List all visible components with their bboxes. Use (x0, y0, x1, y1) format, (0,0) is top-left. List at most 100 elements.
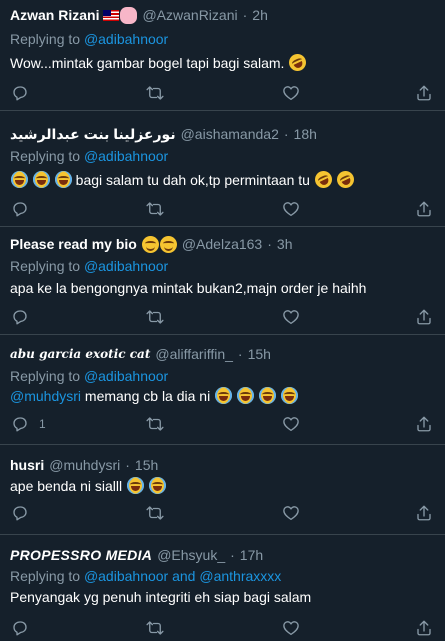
tweet-actions (0, 619, 445, 637)
retweet-icon (146, 310, 164, 324)
tweet-text: ape benda ni sialll (10, 476, 166, 496)
tweet-actions (0, 504, 445, 522)
share-icon (417, 416, 431, 432)
retweet-button[interactable] (145, 504, 165, 522)
tweet[interactable]: abu garcia exotic cat @aliffariffin_ · 1… (0, 335, 445, 445)
username[interactable]: @muhdysri (49, 456, 120, 474)
tweet-actions (0, 308, 445, 326)
tweet[interactable]: Please read my bio @Adelza163 · 3h Reply… (0, 227, 445, 335)
separator-dot: · (242, 7, 248, 23)
replying-to-and: and (172, 568, 196, 584)
replying-to-label: Replying to (10, 368, 81, 384)
timestamp[interactable]: 15h (135, 456, 158, 474)
reply-icon (13, 417, 27, 432)
heart-icon (283, 202, 299, 217)
replying-to-label: Replying to (10, 148, 81, 164)
reply-button[interactable]: 1 (11, 415, 46, 433)
reply-button[interactable] (11, 84, 37, 102)
like-button[interactable] (282, 415, 300, 433)
tweet-actions (0, 200, 445, 218)
share-icon (417, 505, 431, 521)
tweet-text-content: memang cb la dia ni (84, 388, 211, 404)
replying-to: Replying to @adibahnoor (10, 367, 168, 385)
tweet-header: Azwan Rizani @AzwanRizani · 2h (10, 6, 268, 24)
username[interactable]: @aliffariffin_ (155, 345, 233, 363)
like-button[interactable] (282, 619, 300, 637)
tweet-header: نورعزلينا بنت عبدالرشيد @aishamanda2 · 1… (10, 125, 317, 143)
replying-to-label: Replying to (10, 258, 81, 274)
share-icon (417, 85, 431, 101)
like-button[interactable] (282, 200, 300, 218)
display-name[interactable]: نورعزلينا بنت عبدالرشيد (10, 125, 176, 143)
timestamp[interactable]: 2h (252, 6, 268, 24)
tears-of-joy-emoji-icon (215, 387, 233, 404)
reply-count: 1 (39, 417, 46, 431)
replying-to-user[interactable]: @adibahnoor (84, 368, 168, 384)
tweet-text-content: Wow...mintak gambar bogel tapi bagi sala… (10, 55, 285, 71)
tweet[interactable]: Azwan Rizani @AzwanRizani · 2h Replying … (0, 0, 445, 111)
share-icon (417, 620, 431, 636)
display-name[interactable]: Please read my bio (10, 235, 137, 253)
share-button[interactable] (415, 619, 433, 637)
username[interactable]: @Ehsyuk_ (157, 546, 225, 564)
share-icon (417, 309, 431, 325)
retweet-button[interactable] (145, 415, 165, 433)
rofl-emoji-icon (312, 168, 335, 191)
timestamp[interactable]: 18h (294, 125, 317, 143)
timestamp[interactable]: 17h (240, 546, 263, 564)
mention-link[interactable]: @muhdysri (10, 388, 81, 404)
username[interactable]: @AzwanRizani (142, 6, 237, 24)
separator-dot: · (267, 236, 272, 252)
replying-to-user[interactable]: @adibahnoor (84, 148, 168, 164)
share-button[interactable] (415, 415, 433, 433)
reply-icon (13, 310, 27, 325)
retweet-button[interactable] (145, 84, 165, 102)
replying-to-user[interactable]: @adibahnoor (84, 31, 168, 47)
like-button[interactable] (282, 308, 300, 326)
share-button[interactable] (415, 84, 433, 102)
tweet[interactable]: PROPESSRO MEDIA @Ehsyuk_ · 17h Replying … (0, 535, 445, 641)
smiling-face-emoji-icon (159, 235, 177, 253)
reply-button[interactable] (11, 619, 37, 637)
retweet-button[interactable] (145, 200, 165, 218)
replying-to: Replying to @adibahnoor (10, 257, 168, 275)
display-name[interactable]: husri (10, 456, 44, 474)
rofl-emoji-icon (333, 168, 357, 191)
tweet-text: @muhdysri memang cb la dia ni (10, 386, 298, 406)
like-button[interactable] (282, 84, 300, 102)
share-icon (417, 201, 431, 217)
tears-of-joy-emoji-icon (32, 171, 50, 188)
retweet-button[interactable] (145, 619, 165, 637)
display-name[interactable]: Azwan Rizani (10, 6, 99, 24)
reply-button[interactable] (11, 200, 37, 218)
replying-to-user[interactable]: @adibahnoor (84, 568, 168, 584)
username[interactable]: @Adelza163 (182, 235, 262, 253)
share-button[interactable] (415, 200, 433, 218)
tweet[interactable]: husri @muhdysri · 15h ape benda ni siall… (0, 445, 445, 535)
tears-of-joy-emoji-icon (11, 171, 28, 188)
share-button[interactable] (415, 504, 433, 522)
separator-dot: · (283, 126, 289, 142)
share-button[interactable] (415, 308, 433, 326)
replying-to-user[interactable]: @adibahnoor (84, 258, 168, 274)
tweet[interactable]: نورعزلينا بنت عبدالرشيد @aishamanda2 · 1… (0, 120, 445, 227)
display-name[interactable]: abu garcia exotic cat (10, 345, 150, 363)
username[interactable]: @aishamanda2 (181, 125, 279, 143)
display-name[interactable]: PROPESSRO MEDIA (10, 546, 152, 564)
reply-icon (13, 86, 27, 101)
reply-icon (13, 506, 27, 521)
reply-icon (13, 202, 27, 217)
tears-of-joy-emoji-icon (258, 387, 276, 404)
tweet-text-content: ape benda ni sialll (10, 478, 123, 494)
timestamp[interactable]: 3h (277, 235, 293, 253)
separator-dot: · (230, 547, 235, 563)
reply-button[interactable] (11, 504, 37, 522)
reply-button[interactable] (11, 308, 37, 326)
retweet-button[interactable] (145, 308, 165, 326)
like-button[interactable] (282, 504, 300, 522)
timestamp[interactable]: 15h (248, 345, 271, 363)
retweet-icon (146, 202, 164, 216)
retweet-icon (146, 621, 164, 635)
replying-to-user[interactable]: @anthraxxxx (199, 568, 281, 584)
tweet-text-content: bagi salam tu dah ok,tp permintaan tu (75, 172, 310, 188)
